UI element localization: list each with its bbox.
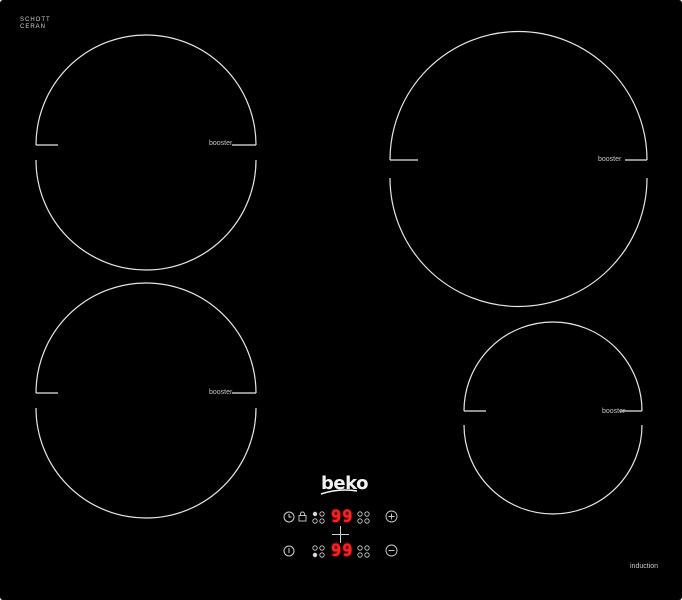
zone-indicator-left-top xyxy=(312,511,325,524)
clock-icon[interactable] xyxy=(283,511,295,523)
plus-icon[interactable] xyxy=(385,510,398,523)
lock-icon[interactable] xyxy=(298,511,307,522)
booster-label-top-left: booster xyxy=(209,140,233,147)
minus-icon[interactable] xyxy=(385,544,398,557)
zone-indicator-right-bottom xyxy=(357,545,370,558)
logo-swoosh-icon xyxy=(320,489,358,495)
cooking-zone-bottom-left[interactable] xyxy=(35,282,257,519)
cooktop-glass: SCHOTT CERAN booster booster booster boo… xyxy=(0,0,682,600)
booster-label-bottom-right: booster xyxy=(602,408,626,415)
bottom-power-display: 99 xyxy=(331,541,354,561)
zone-indicator-left-bottom xyxy=(312,545,325,558)
zone-indicator-right-top xyxy=(357,511,370,524)
cooking-zone-bottom-right[interactable] xyxy=(463,321,643,515)
cooking-zone-top-right[interactable] xyxy=(389,30,648,308)
induction-label: induction xyxy=(630,563,659,570)
booster-label-top-right: booster xyxy=(598,156,622,163)
power-icon[interactable] xyxy=(283,545,295,557)
cooking-zone-top-left[interactable] xyxy=(35,34,257,271)
booster-label-bottom-left: booster xyxy=(209,389,233,396)
top-power-display: 99 xyxy=(331,507,354,527)
